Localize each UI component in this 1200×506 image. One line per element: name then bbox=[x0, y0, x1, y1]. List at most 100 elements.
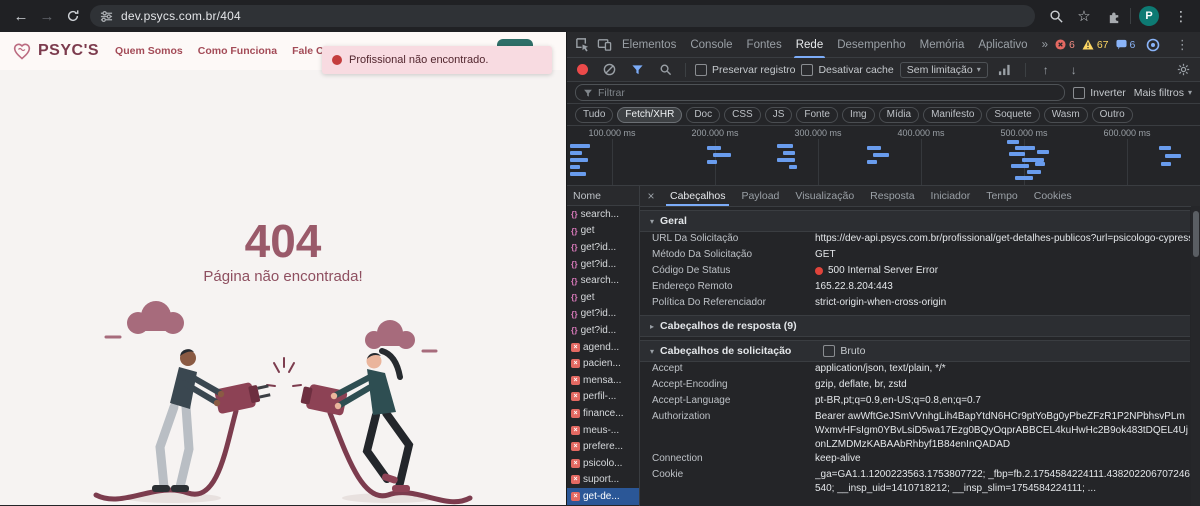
chip-css[interactable]: CSS bbox=[724, 106, 761, 123]
request-row-error[interactable]: × mensa... bbox=[567, 372, 639, 389]
issues-badge[interactable]: 6 bbox=[1115, 39, 1135, 51]
throttling-dropdown[interactable]: Sem limitação ▾ bbox=[899, 61, 988, 78]
clear-network-log-icon[interactable] bbox=[598, 59, 620, 81]
chip-outro[interactable]: Outro bbox=[1091, 106, 1133, 123]
request-row-error[interactable]: × psicolo... bbox=[567, 455, 639, 472]
chip-fonte[interactable]: Fonte bbox=[796, 106, 838, 123]
error-toast[interactable]: Profissional não encontrado. bbox=[322, 46, 552, 74]
scrollbar-thumb[interactable] bbox=[1192, 211, 1199, 257]
network-timeline[interactable]: 100.000 ms 200.000 ms 300.000 ms 400.000… bbox=[567, 126, 1200, 186]
profile-avatar[interactable]: P bbox=[1138, 6, 1160, 26]
request-row-error[interactable]: × finance... bbox=[567, 405, 639, 422]
search-network-icon[interactable] bbox=[654, 59, 676, 81]
request-row-error[interactable]: × suport... bbox=[567, 472, 639, 489]
detail-tab-tempo[interactable]: Tempo bbox=[978, 186, 1026, 206]
request-row-error[interactable]: × agend... bbox=[567, 339, 639, 356]
request-row-error[interactable]: × pacien... bbox=[567, 355, 639, 372]
timeline-label: 100.000 ms bbox=[588, 128, 636, 138]
warnings-badge[interactable]: 67 bbox=[1082, 39, 1109, 51]
tab-fontes[interactable]: Fontes bbox=[740, 32, 789, 58]
request-row-error[interactable]: × perfil-... bbox=[567, 389, 639, 406]
extensions-puzzle-icon[interactable] bbox=[1104, 6, 1124, 26]
nav-quem-somos[interactable]: Quem Somos bbox=[115, 45, 183, 57]
chip-manifesto[interactable]: Manifesto bbox=[923, 106, 983, 123]
detail-tab-visualizacao[interactable]: Visualização bbox=[787, 186, 862, 206]
detail-scrollbar[interactable] bbox=[1191, 206, 1200, 506]
chip-js[interactable]: JS bbox=[764, 106, 793, 123]
network-conditions-icon[interactable] bbox=[994, 59, 1016, 81]
chip-wasm[interactable]: Wasm bbox=[1043, 106, 1088, 123]
preserve-log-checkbox[interactable]: Preservar registro bbox=[695, 63, 795, 76]
invert-filter-checkbox[interactable]: Inverter bbox=[1073, 86, 1126, 99]
raw-headers-checkbox[interactable]: Bruto bbox=[823, 345, 865, 357]
detail-tab-iniciador[interactable]: Iniciador bbox=[923, 186, 979, 206]
section-request-title: Cabeçalhos de solicitação bbox=[660, 345, 792, 357]
request-row[interactable]: {} get?id... bbox=[567, 322, 639, 339]
chip-img[interactable]: Img bbox=[841, 106, 875, 123]
chip-tudo[interactable]: Tudo bbox=[575, 106, 614, 123]
request-row-error[interactable]: × prefere... bbox=[567, 438, 639, 455]
disable-cache-checkbox[interactable]: Desativar cache bbox=[801, 63, 894, 76]
tab-elementos[interactable]: Elementos bbox=[615, 32, 683, 58]
address-bar[interactable]: dev.psycs.com.br/404 bbox=[90, 5, 1035, 27]
filter-placeholder: Filtrar bbox=[598, 86, 625, 99]
tab-memoria[interactable]: Memória bbox=[913, 32, 972, 58]
request-row[interactable]: {} get?id... bbox=[567, 239, 639, 256]
filter-input[interactable]: Filtrar bbox=[575, 84, 1066, 101]
request-row[interactable]: {} search... bbox=[567, 272, 639, 289]
request-row[interactable]: {} get bbox=[567, 289, 639, 306]
detail-tab-resposta[interactable]: Resposta bbox=[862, 186, 922, 206]
detail-tab-cookies[interactable]: Cookies bbox=[1026, 186, 1080, 206]
zoom-indicator-icon[interactable] bbox=[1046, 6, 1066, 26]
timeline-bar bbox=[1015, 176, 1033, 180]
back-icon[interactable]: ← bbox=[8, 3, 34, 29]
forward-icon[interactable]: → bbox=[34, 3, 60, 29]
export-har-icon[interactable]: ↓ bbox=[1063, 59, 1085, 81]
tab-console[interactable]: Console bbox=[683, 32, 739, 58]
requests-column-header[interactable]: Nome bbox=[567, 186, 639, 206]
inspect-element-icon[interactable] bbox=[571, 34, 593, 56]
detail-tab-payload[interactable]: Payload bbox=[733, 186, 787, 206]
reload-icon[interactable] bbox=[60, 3, 86, 29]
request-row[interactable]: {} search... bbox=[567, 206, 639, 223]
sync-profile-icon[interactable] bbox=[1142, 34, 1164, 56]
section-general[interactable]: ▾ Geral bbox=[640, 210, 1190, 232]
request-name: pacien... bbox=[583, 358, 621, 370]
more-tabs-icon[interactable]: » bbox=[1035, 32, 1055, 58]
nav-como-funciona[interactable]: Como Funciona bbox=[198, 45, 277, 57]
site-logo[interactable]: PSYC'S bbox=[38, 42, 99, 60]
timeline-bar bbox=[713, 153, 731, 157]
detail-tab-cabecalhos[interactable]: Cabeçalhos bbox=[662, 186, 733, 206]
record-network-log-button[interactable] bbox=[577, 64, 588, 75]
browser-menu-kebab-icon[interactable]: ⋮ bbox=[1172, 6, 1190, 26]
chip-fetch-xhr[interactable]: Fetch/XHR bbox=[617, 106, 683, 123]
site-info-icon[interactable] bbox=[100, 10, 113, 23]
errors-badge[interactable]: 6 bbox=[1055, 39, 1075, 51]
bookmark-star-icon[interactable]: ☆ bbox=[1074, 6, 1094, 26]
device-toolbar-icon[interactable] bbox=[593, 34, 615, 56]
section-request-headers[interactable]: ▾ Cabeçalhos de solicitação Bruto bbox=[640, 340, 1190, 362]
network-settings-gear-icon[interactable] bbox=[1172, 59, 1194, 81]
header-key: Connection bbox=[652, 453, 703, 464]
request-row[interactable]: {} get?id... bbox=[567, 306, 639, 323]
tab-rede[interactable]: Rede bbox=[789, 32, 831, 58]
import-har-icon[interactable]: ↑ bbox=[1035, 59, 1057, 81]
request-row-selected[interactable]: × get-de... bbox=[567, 488, 639, 505]
chip-midia[interactable]: Mídia bbox=[878, 106, 920, 123]
tab-aplicativo[interactable]: Aplicativo bbox=[971, 32, 1034, 58]
timeline-label: 300.000 ms bbox=[794, 128, 842, 138]
request-row[interactable]: {} get?id... bbox=[567, 256, 639, 273]
request-row[interactable]: {} get bbox=[567, 223, 639, 240]
json-braces-icon: {} bbox=[571, 259, 578, 270]
filter-toggle-icon[interactable] bbox=[626, 59, 648, 81]
chip-soquete[interactable]: Soquete bbox=[986, 106, 1040, 123]
more-filters-dropdown[interactable]: Mais filtros ▾ bbox=[1134, 87, 1192, 99]
request-type-filters: Tudo Fetch/XHR Doc CSS JS Fonte Img Mídi… bbox=[567, 104, 1200, 126]
close-detail-icon[interactable]: × bbox=[640, 189, 662, 203]
header-row: URL Da Solicitação https://dev-api.psycs… bbox=[640, 232, 1190, 248]
chip-doc[interactable]: Doc bbox=[686, 106, 721, 123]
section-response-headers[interactable]: ▸ Cabeçalhos de resposta (9) bbox=[640, 315, 1190, 337]
devtools-menu-kebab-icon[interactable]: ⋮ bbox=[1171, 34, 1193, 56]
tab-desempenho[interactable]: Desempenho bbox=[830, 32, 912, 58]
request-row-error[interactable]: × meus-... bbox=[567, 422, 639, 439]
